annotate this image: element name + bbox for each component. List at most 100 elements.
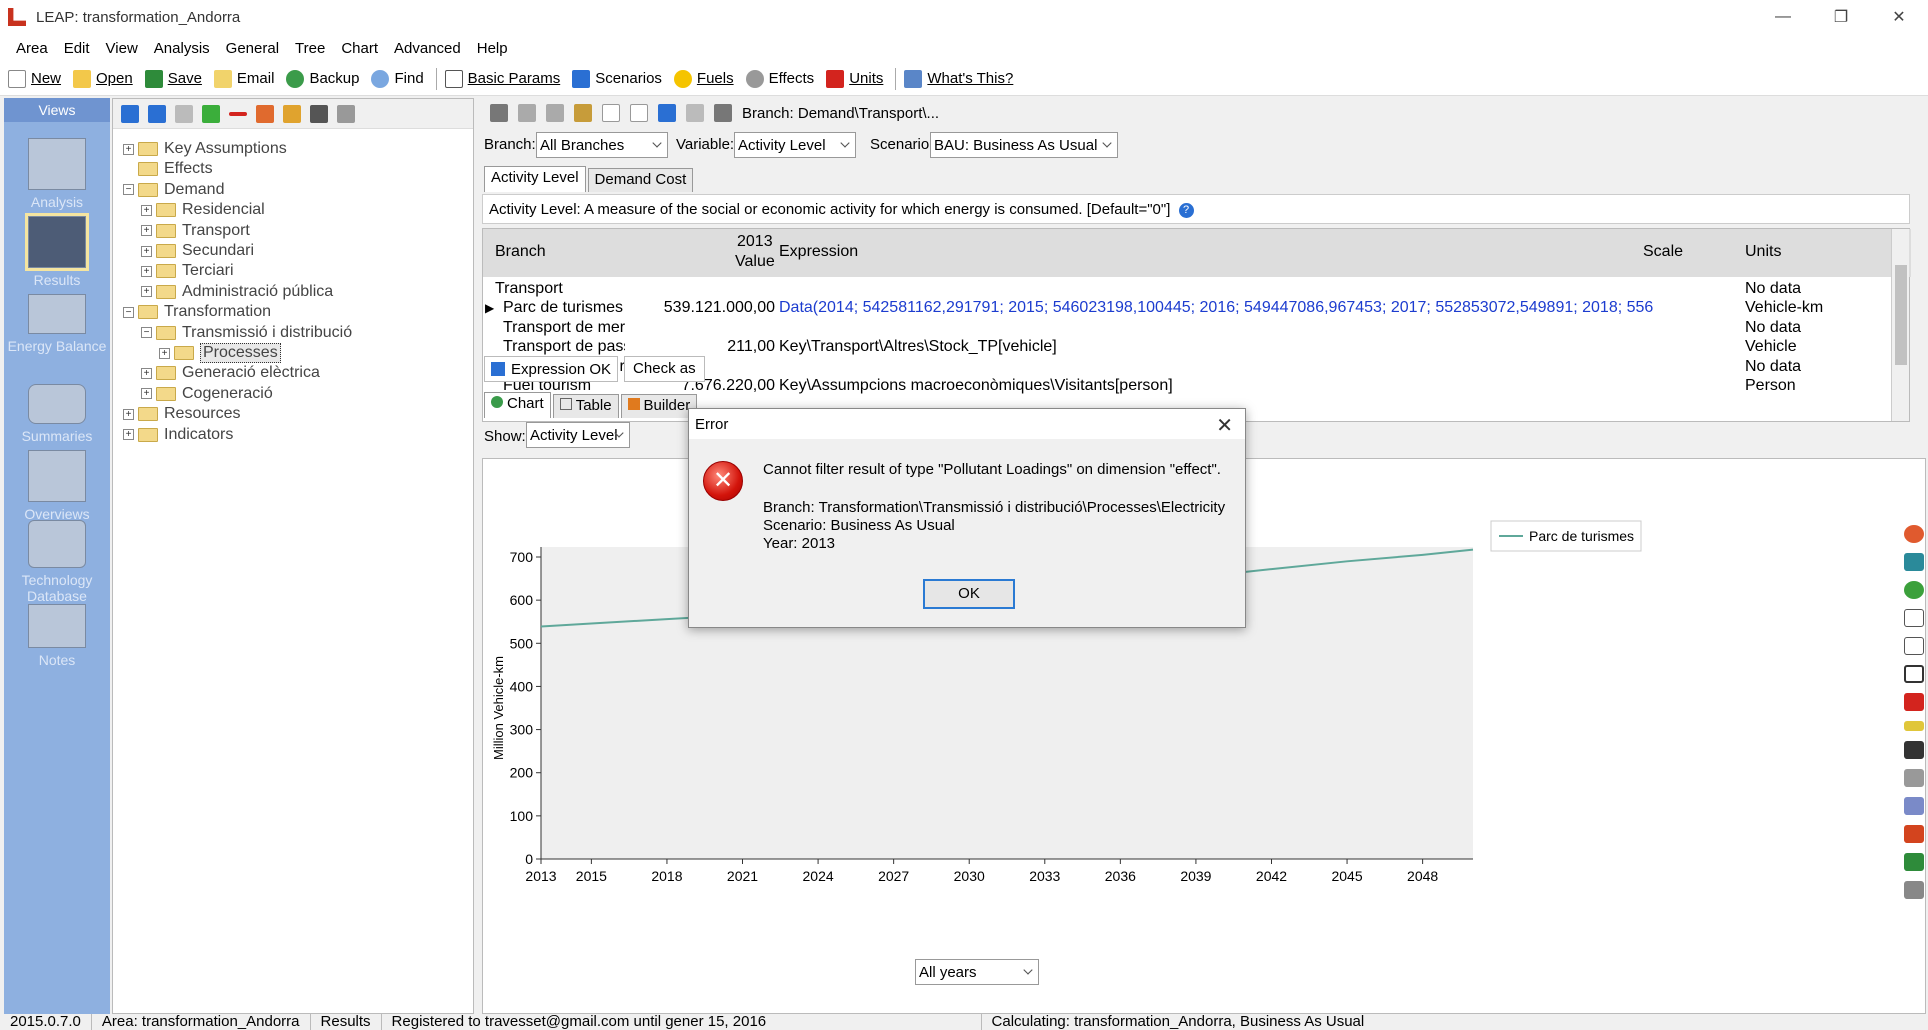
collapse-icon[interactable]: − (141, 327, 152, 339)
expand-icon[interactable]: + (123, 408, 134, 420)
menu-analysis[interactable]: Analysis (146, 40, 218, 57)
tab-activity-level[interactable]: Activity Level (484, 166, 586, 192)
save-button[interactable]: Save (144, 69, 202, 88)
hierarchy-icon[interactable] (256, 104, 274, 123)
scrollbar-thumb[interactable] (1895, 265, 1907, 365)
pin-icon[interactable] (490, 104, 508, 122)
expand-icon[interactable]: + (141, 265, 152, 277)
dialog-close-icon[interactable]: ✕ (1216, 413, 1233, 438)
grid-icon[interactable] (1904, 693, 1924, 711)
expand-icon[interactable]: + (141, 245, 152, 257)
units-button[interactable]: Units (826, 69, 883, 88)
backup-button[interactable]: Backup (286, 69, 359, 88)
sort-az-icon[interactable] (310, 104, 328, 123)
view-summaries[interactable]: Summaries (4, 384, 110, 444)
expand-icon[interactable]: + (141, 286, 152, 298)
window-title: LEAP: transformation_Andorra (36, 8, 241, 26)
variable-filter-select[interactable]: Activity Level (734, 132, 856, 158)
expand-icon[interactable]: + (141, 367, 152, 379)
font-style-icon[interactable] (1904, 741, 1924, 759)
menu-edit[interactable]: Edit (56, 40, 98, 57)
number-format-icon[interactable] (1904, 721, 1924, 731)
font-increase-icon[interactable] (602, 104, 620, 122)
ok-button[interactable]: OK (923, 579, 1015, 609)
menu-area[interactable]: Area (8, 40, 56, 57)
back-arrow-icon[interactable] (686, 104, 704, 122)
restore-button[interactable]: ❐ (1812, 0, 1870, 34)
remove-branch-icon[interactable] (229, 111, 247, 116)
years-select[interactable]: All years (915, 959, 1039, 985)
legend-icon[interactable] (1904, 665, 1924, 683)
tab-table[interactable]: Table (552, 394, 619, 418)
col-scale[interactable]: Scale (1643, 243, 1683, 261)
tree-node[interactable]: + Indicators (123, 423, 233, 447)
line-chart-icon[interactable] (1904, 553, 1924, 571)
menu-advanced[interactable]: Advanced (386, 40, 469, 57)
expand-icon[interactable]: + (141, 225, 152, 237)
basic-params-button[interactable]: Basic Params (444, 69, 560, 88)
open-button[interactable]: Open (73, 69, 133, 88)
new-button[interactable]: New (8, 69, 61, 88)
menu-general[interactable]: General (218, 40, 287, 57)
col-expression[interactable]: Expression (779, 243, 858, 261)
whats-this-button[interactable]: What's This? (904, 69, 1013, 88)
col-units[interactable]: Units (1745, 243, 1781, 261)
view-energy-balance[interactable]: Energy Balance (4, 294, 110, 354)
forward-arrow-icon[interactable] (714, 104, 732, 122)
save-chart-icon[interactable] (1904, 853, 1924, 871)
expand-icon[interactable]: + (141, 204, 152, 216)
help-question-icon[interactable]: ? (1178, 202, 1194, 218)
email-button[interactable]: Email (213, 69, 274, 88)
expand-icon[interactable]: + (141, 388, 152, 400)
scenario-filter-select[interactable]: BAU: Business As Usual (930, 132, 1118, 158)
expand-icon[interactable]: + (159, 347, 170, 359)
minimize-button[interactable]: — (1754, 0, 1812, 34)
find-button[interactable]: Find (371, 69, 424, 88)
menu-help[interactable]: Help (469, 40, 516, 57)
close-window-button[interactable]: ✕ (1870, 0, 1928, 34)
col-branch[interactable]: Branch (495, 243, 546, 261)
print-icon[interactable] (337, 104, 355, 123)
add-branch-icon[interactable] (202, 104, 220, 123)
move-up-icon[interactable] (121, 104, 139, 123)
check-as-button[interactable]: Check as (624, 356, 705, 382)
collapse-icon[interactable]: − (123, 184, 134, 196)
view-notes[interactable]: Notes (4, 604, 110, 668)
users-icon[interactable] (658, 104, 676, 122)
3d-toggle-icon[interactable] (1904, 637, 1924, 655)
log-scale-icon[interactable] (1904, 609, 1924, 627)
col-value[interactable]: Value (735, 253, 775, 271)
menu-tree[interactable]: Tree (287, 40, 333, 57)
view-results[interactable]: Results (4, 213, 110, 288)
copy-chart-icon[interactable] (1904, 797, 1924, 815)
chart-edit-icon[interactable] (574, 104, 592, 122)
view-overviews[interactable]: Overviews (4, 450, 110, 522)
tab-demand-cost[interactable]: Demand Cost (587, 168, 694, 192)
fuels-button[interactable]: Fuels (673, 69, 734, 88)
menu-chart[interactable]: Chart (333, 40, 386, 57)
properties-icon[interactable] (175, 104, 193, 123)
grid-scrollbar[interactable] (1891, 229, 1909, 421)
area-chart-icon[interactable] (1904, 581, 1924, 599)
tab-chart[interactable]: Chart (484, 392, 551, 418)
expand-icon[interactable]: + (123, 143, 134, 155)
view-technology-database[interactable]: Technology Database (4, 520, 110, 604)
pie-chart-icon[interactable] (1904, 525, 1924, 543)
font-decrease-icon[interactable] (630, 104, 648, 122)
tab-builder[interactable]: Builder (620, 394, 698, 418)
copy-icon[interactable] (518, 104, 536, 122)
lock-icon[interactable] (283, 104, 301, 123)
expand-icon[interactable]: + (123, 429, 134, 441)
scenarios-button[interactable]: Scenarios (572, 69, 662, 88)
collapse-icon[interactable]: − (123, 306, 134, 318)
show-select[interactable]: Activity Level (526, 422, 630, 448)
view-analysis[interactable]: Analysis (4, 138, 110, 210)
powerpoint-icon[interactable] (1904, 825, 1924, 843)
print-chart-icon[interactable] (1904, 769, 1924, 787)
menu-view[interactable]: View (98, 40, 146, 57)
paste-icon[interactable] (546, 104, 564, 122)
tools-icon[interactable] (1904, 881, 1924, 899)
move-down-icon[interactable] (148, 104, 166, 123)
effects-button[interactable]: Effects (745, 69, 814, 88)
branch-filter-select[interactable]: All Branches (536, 132, 668, 158)
